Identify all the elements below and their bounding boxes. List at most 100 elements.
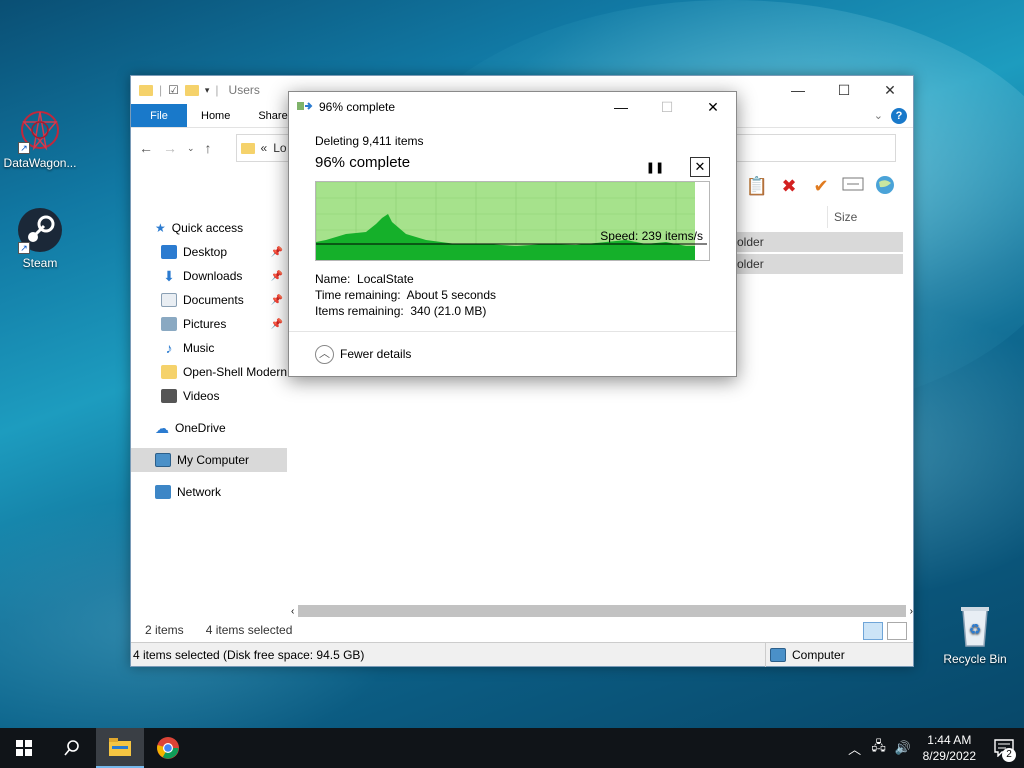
- chevron-up-icon[interactable]: ︿: [315, 344, 334, 364]
- folder-icon: [139, 84, 153, 96]
- nav-label: OneDrive: [175, 421, 226, 435]
- taskbar-chrome[interactable]: [144, 728, 192, 768]
- recent-locations-icon[interactable]: ⌄: [187, 143, 195, 154]
- ribbon-help-area: ⌄ ?: [874, 104, 913, 127]
- nav-music[interactable]: ♪ Music: [131, 336, 287, 360]
- desktop-icon-recycle-bin[interactable]: ♻ Recycle Bin: [934, 602, 1016, 666]
- minimize-button[interactable]: —: [775, 76, 821, 104]
- windows-logo-icon: [16, 740, 32, 756]
- pin-icon[interactable]: 📌: [271, 295, 283, 306]
- desktop-icon-datawagon[interactable]: ↗ DataWagon...: [0, 106, 80, 170]
- help-icon[interactable]: ?: [891, 107, 907, 124]
- nav-label: Downloads: [183, 269, 243, 283]
- new-folder-icon[interactable]: [184, 84, 199, 96]
- delete-progress-dialog: 96% complete — ☐ ✕ Deleting 9,411 items …: [288, 91, 737, 377]
- disk-status: 4 items selected (Disk free space: 94.5 …: [133, 647, 365, 662]
- maximize-button[interactable]: ☐: [821, 76, 867, 104]
- tab-home[interactable]: Home: [187, 104, 244, 127]
- expand-ribbon-icon[interactable]: ⌄: [874, 109, 883, 122]
- taskbar-file-explorer[interactable]: [96, 728, 144, 768]
- speed-label: Speed: 239 items/s: [600, 229, 703, 243]
- nav-quick-access[interactable]: ★ Quick access: [131, 216, 287, 240]
- nav-network[interactable]: Network: [131, 480, 287, 504]
- clipboard-icon[interactable]: 📋: [745, 174, 769, 198]
- customize-qat-icon[interactable]: ▾: [205, 85, 210, 96]
- show-hidden-icons-icon[interactable]: ︿: [843, 739, 867, 758]
- minimize-button[interactable]: —: [598, 92, 644, 122]
- action-center-button[interactable]: 2: [984, 728, 1024, 768]
- cancel-button[interactable]: ✕: [690, 157, 710, 177]
- details-view-icon[interactable]: [863, 622, 883, 640]
- pin-icon[interactable]: 📌: [271, 247, 283, 258]
- scroll-thumb[interactable]: [298, 605, 906, 617]
- forward-icon[interactable]: →: [163, 140, 177, 156]
- folder-icon: [240, 142, 255, 154]
- tab-file[interactable]: File: [131, 104, 187, 127]
- desktop-icon-label: Recycle Bin: [943, 652, 1007, 666]
- nav-label: Network: [177, 485, 222, 499]
- computer-icon: [155, 453, 171, 467]
- detail-value: LocalState: [357, 272, 414, 286]
- status-location: Computer: [765, 642, 845, 667]
- fewer-details-toggle[interactable]: ︿ Fewer details: [289, 331, 736, 376]
- dialog-titlebar: 96% complete — ☐ ✕: [289, 92, 736, 122]
- scroll-right-icon[interactable]: ›: [910, 606, 913, 617]
- check-icon[interactable]: ✔: [809, 174, 833, 198]
- speed-graph: Speed: 239 items/s: [315, 181, 710, 261]
- dialog-title: 96% complete: [319, 100, 396, 114]
- network-icon: [155, 485, 171, 499]
- nav-desktop[interactable]: Desktop 📌: [131, 240, 287, 264]
- breadcrumb[interactable]: Lo: [273, 141, 286, 155]
- nav-my-computer[interactable]: My Computer: [131, 448, 287, 472]
- selected-count: 4 items selected: [205, 623, 293, 637]
- network-icon[interactable]: 🖧: [867, 737, 891, 759]
- column-header-size[interactable]: Size: [827, 206, 907, 228]
- desktop-icon: [161, 245, 177, 259]
- desktop-icon-steam[interactable]: ↗ Steam: [0, 206, 80, 270]
- nav-pictures[interactable]: Pictures 📌: [131, 312, 287, 336]
- horizontal-scrollbar[interactable]: ‹ ›: [291, 604, 913, 618]
- recycle-bin-icon: ♻: [951, 602, 999, 650]
- nav-label: Desktop: [183, 245, 228, 259]
- breadcrumb-overflow-icon[interactable]: «: [261, 141, 268, 155]
- nav-onedrive[interactable]: ☁ OneDrive: [131, 416, 287, 440]
- notification-count-badge: 2: [1002, 748, 1016, 762]
- row-type: older: [737, 257, 764, 271]
- clock-date: 8/29/2022: [922, 749, 976, 763]
- chrome-icon: [157, 737, 179, 759]
- row-type: older: [737, 235, 764, 249]
- back-icon[interactable]: ←: [139, 140, 153, 156]
- maximize-button: ☐: [660, 99, 674, 115]
- search-button[interactable]: [48, 728, 96, 768]
- star-icon: ★: [155, 221, 166, 235]
- rename-icon[interactable]: [841, 174, 865, 198]
- steam-icon: ↗: [16, 206, 64, 254]
- pause-button[interactable]: ❚❚: [644, 158, 666, 178]
- nav-downloads[interactable]: ⬇ Downloads 📌: [131, 264, 287, 288]
- nav-videos[interactable]: Videos: [131, 384, 287, 408]
- navigation-pane: ★ Quick access Desktop 📌 ⬇ Downloads 📌 D…: [131, 216, 287, 504]
- location-label: Computer: [792, 647, 845, 662]
- close-button[interactable]: ✕: [867, 76, 913, 104]
- up-icon[interactable]: ↑: [205, 140, 212, 156]
- pin-icon[interactable]: 📌: [271, 319, 283, 330]
- close-button[interactable]: ✕: [690, 92, 736, 122]
- large-icons-view-icon[interactable]: [887, 622, 907, 640]
- delete-icon[interactable]: ✖: [777, 174, 801, 198]
- table-row[interactable]: older: [733, 254, 903, 274]
- fewer-details-label: Fewer details: [340, 347, 412, 361]
- clock[interactable]: 1:44 AM 8/29/2022: [915, 732, 984, 764]
- nav-documents[interactable]: Documents 📌: [131, 288, 287, 312]
- pin-icon[interactable]: 📌: [271, 271, 283, 282]
- properties-icon[interactable]: ☑: [168, 83, 179, 97]
- start-button[interactable]: [0, 728, 48, 768]
- speed-graph-svg: [316, 182, 707, 260]
- nav-open-shell[interactable]: Open-Shell Modern: [131, 360, 287, 384]
- item-count-bar: 2 items 4 items selected: [131, 618, 913, 642]
- system-tray: ︿ 🖧 🔊 1:44 AM 8/29/2022 2: [843, 728, 1024, 768]
- nav-label: Quick access: [171, 221, 244, 235]
- volume-icon[interactable]: 🔊: [891, 740, 915, 756]
- table-row[interactable]: older: [733, 232, 903, 252]
- properties-globe-icon[interactable]: [873, 174, 897, 198]
- scroll-left-icon[interactable]: ‹: [291, 606, 294, 617]
